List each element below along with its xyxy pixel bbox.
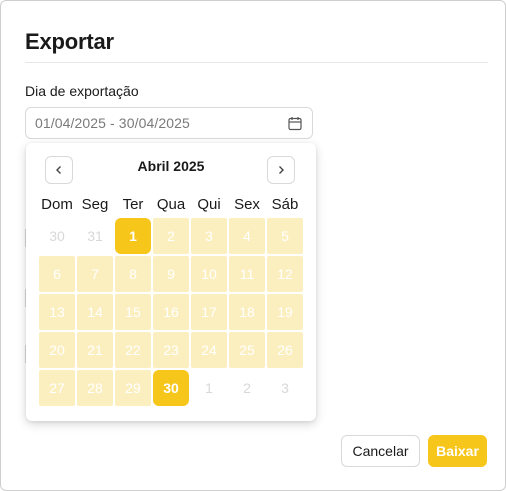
weekday-label: Seg (81, 196, 109, 213)
day-cell[interactable]: 10 (191, 256, 227, 292)
day-cell[interactable]: 22 (115, 332, 151, 368)
day-cell[interactable]: 12 (267, 256, 303, 292)
day-cell[interactable]: 14 (77, 294, 113, 330)
day-cell[interactable]: 4 (229, 218, 265, 254)
day-cell[interactable]: 27 (39, 370, 75, 406)
date-range-input[interactable]: 01/04/2025 - 30/04/2025 (25, 107, 313, 139)
date-range-value: 01/04/2025 - 30/04/2025 (35, 115, 190, 131)
weekday-label: Dom (41, 196, 73, 213)
title-divider (25, 62, 488, 63)
export-dialog: Exportar Dia de exportação 01/04/2025 - … (0, 0, 506, 491)
download-button[interactable]: Baixar (428, 435, 487, 467)
day-cell[interactable]: 28 (77, 370, 113, 406)
day-cell[interactable]: 23 (153, 332, 189, 368)
weekday-label: Qua (156, 196, 186, 213)
weekday-header: Dom Seg Ter Qua Qui Sex Sáb (38, 196, 304, 216)
day-grid: 30 31 1 2 3 4 5 6 7 8 9 10 11 12 13 14 15 16 17 18 19 20 21 22 2… (38, 218, 304, 408)
cancel-button[interactable]: Cancelar (341, 435, 420, 467)
day-cell[interactable]: 20 (39, 332, 75, 368)
day-cell[interactable]: 25 (229, 332, 265, 368)
day-cell[interactable]: 30 (153, 370, 189, 406)
day-cell[interactable]: 26 (267, 332, 303, 368)
day-cell: 1 (205, 380, 213, 396)
day-cell[interactable]: 1 (115, 218, 151, 254)
day-cell: 31 (87, 228, 103, 244)
day-cell[interactable]: 11 (229, 256, 265, 292)
day-cell[interactable]: 19 (267, 294, 303, 330)
date-picker-popup: Abril 2025 Dom Seg Ter Qua Qui Sex Sáb 3… (26, 143, 316, 421)
dialog-title: Exportar (25, 29, 114, 54)
weekday-label: Ter (122, 196, 144, 213)
day-cell[interactable]: 29 (115, 370, 151, 406)
calendar-icon[interactable] (288, 116, 302, 131)
export-date-label: Dia de exportação (25, 83, 139, 99)
day-cell[interactable]: 16 (153, 294, 189, 330)
day-cell[interactable]: 8 (115, 256, 151, 292)
day-cell[interactable]: 24 (191, 332, 227, 368)
day-cell[interactable]: 7 (77, 256, 113, 292)
weekday-label: Qui (197, 196, 221, 213)
day-cell[interactable]: 3 (191, 218, 227, 254)
day-cell[interactable]: 15 (115, 294, 151, 330)
weekday-label: Sex (234, 196, 260, 213)
day-cell[interactable]: 5 (267, 218, 303, 254)
day-cell[interactable]: 13 (39, 294, 75, 330)
day-cell[interactable]: 18 (229, 294, 265, 330)
chevron-right-icon (279, 166, 284, 174)
day-cell: 2 (243, 380, 251, 396)
day-cell: 3 (281, 380, 289, 396)
day-cell: 30 (49, 228, 65, 244)
weekday-label: Sáb (271, 196, 299, 213)
day-cell[interactable]: 6 (39, 256, 75, 292)
next-month-button[interactable] (267, 156, 295, 184)
day-cell[interactable]: 9 (153, 256, 189, 292)
day-cell[interactable]: 2 (153, 218, 189, 254)
day-cell[interactable]: 21 (77, 332, 113, 368)
day-cell[interactable]: 17 (191, 294, 227, 330)
